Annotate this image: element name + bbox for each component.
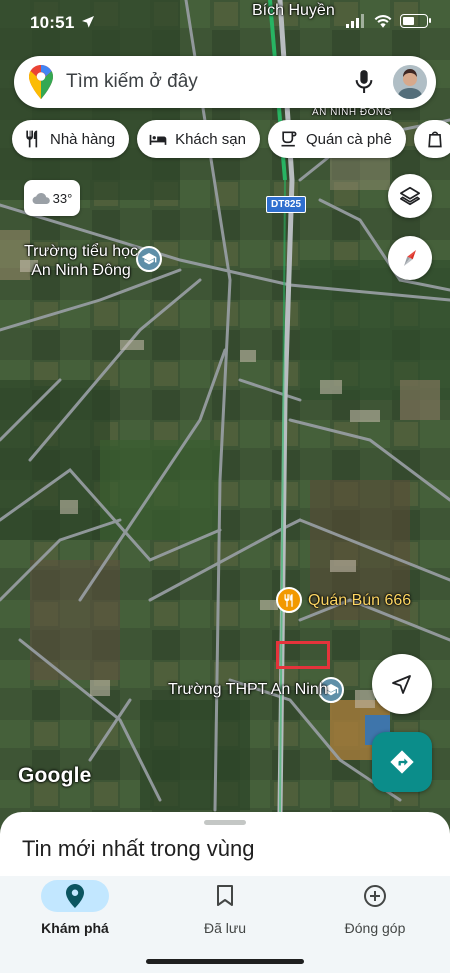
- tab-explore[interactable]: Khám phá: [0, 880, 150, 936]
- tab-label: Khám phá: [41, 920, 109, 936]
- cloud-icon: [32, 192, 50, 204]
- bottom-sheet[interactable]: Tin mới nhất trong vùng: [0, 812, 450, 882]
- sheet-drag-handle[interactable]: [204, 820, 246, 825]
- explore-pin-icon: [66, 884, 84, 908]
- layers-icon: [400, 186, 420, 206]
- weather-temperature: 33°: [52, 190, 73, 206]
- status-time: 10:51: [30, 13, 75, 32]
- wifi-icon: [374, 15, 392, 28]
- restaurant-icon: [26, 130, 38, 148]
- avatar[interactable]: [393, 65, 427, 99]
- directions-icon: [390, 750, 414, 774]
- chip-label: Khách sạn: [175, 130, 246, 148]
- chip-coffee[interactable]: Quán cà phê: [267, 120, 406, 158]
- tab-label: Đã lưu: [203, 920, 247, 936]
- shopping-bag-icon: [428, 131, 442, 148]
- school-pin-icon[interactable]: [136, 246, 162, 272]
- layers-button[interactable]: [388, 174, 432, 218]
- map-label-restaurant[interactable]: Quán Bún 666: [308, 592, 411, 610]
- search-input[interactable]: Tìm kiếm ở đây: [66, 71, 353, 93]
- hotel-icon: [149, 134, 167, 145]
- google-attribution: Google: [18, 764, 92, 787]
- battery-icon: [400, 14, 431, 28]
- map-label-high-school[interactable]: Trường THPT An Ninh: [168, 681, 328, 699]
- directions-button[interactable]: [372, 732, 432, 792]
- map-label-primary-school[interactable]: Trường tiểu học An Ninh Đông: [24, 242, 138, 280]
- location-arrow-icon: [82, 16, 94, 28]
- home-indicator[interactable]: [146, 959, 304, 964]
- chip-label: Nhà hàng: [50, 130, 116, 148]
- search-bar[interactable]: Tìm kiếm ở đây: [14, 56, 436, 108]
- tab-label: Đóng góp: [344, 920, 406, 936]
- road-shield-dt825: DT825: [266, 196, 307, 213]
- chip-hotels[interactable]: Khách sạn: [137, 120, 260, 158]
- chip-label: Quán cà phê: [305, 130, 392, 148]
- compass-button[interactable]: [388, 236, 432, 280]
- category-chips: Nhà hàng Khách sạn Quán cà phê: [12, 120, 450, 158]
- coffee-icon: [281, 131, 297, 147]
- navigation-arrow-icon: [392, 675, 411, 694]
- mic-icon[interactable]: [353, 69, 375, 95]
- map-label-area: AN NINH ĐÔNG: [312, 107, 392, 118]
- compass-icon: [404, 250, 416, 266]
- signal-icon: [346, 14, 364, 28]
- weather-badge[interactable]: 33°: [24, 180, 80, 216]
- add-circle-icon: [364, 885, 386, 907]
- tab-saved[interactable]: Đã lưu: [150, 880, 300, 936]
- status-bar: 10:51: [0, 0, 450, 48]
- bookmark-icon: [217, 885, 233, 906]
- restaurant-pin-icon[interactable]: [276, 587, 302, 613]
- my-location-button[interactable]: [372, 654, 432, 714]
- sheet-title: Tin mới nhất trong vùng: [22, 836, 255, 861]
- tab-contribute[interactable]: Đóng góp: [300, 880, 450, 936]
- chip-restaurants[interactable]: Nhà hàng: [12, 120, 130, 158]
- highlight-rectangle: [276, 641, 330, 669]
- chip-shopping[interactable]: [413, 120, 450, 158]
- google-maps-pin-icon: [28, 65, 53, 99]
